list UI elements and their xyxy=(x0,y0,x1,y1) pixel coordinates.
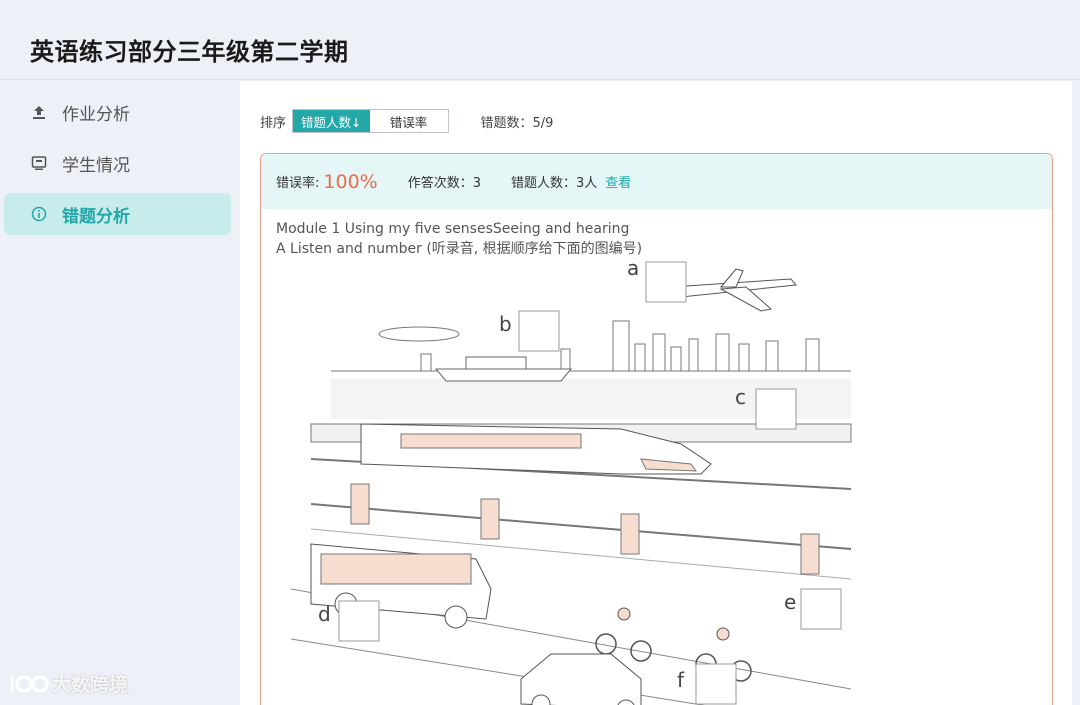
sidebar-item-student-status[interactable]: 学生情况 xyxy=(4,142,231,184)
error-rate-value: 100% xyxy=(323,170,378,193)
sidebar-item-label: 作业分析 xyxy=(62,104,130,125)
sidebar-item-label: 学生情况 xyxy=(62,155,130,176)
question-card: 错误率: 100% 作答次数：3 错题人数：3人 查看 Module 1 Usi… xyxy=(260,153,1053,705)
wrong-people-count: 错题人数：3人 xyxy=(511,176,598,191)
image-label-b: b xyxy=(499,312,512,336)
question-text-line: A Listen and number (听录音, 根据顺序给下面的图编号) xyxy=(276,241,643,257)
top-bar: 英语练习部分三年级第二学期 xyxy=(0,0,1080,80)
image-label-c: c xyxy=(735,385,746,409)
question-illustration: a b c d e f xyxy=(291,259,852,705)
watermark-text: 大数跨境 xyxy=(52,674,129,696)
main-content: 排序 错题人数↓ 错误率 错题数：5/9 错误率: 100% 作答次数：3 错题… xyxy=(240,81,1072,705)
page-title: 英语练习部分三年级第二学期 xyxy=(30,38,349,66)
image-label-d: d xyxy=(318,602,331,626)
monitor-icon xyxy=(30,154,48,172)
sidebar-item-label: 错题分析 xyxy=(62,206,130,227)
attempts-count: 作答次数：3 xyxy=(407,176,481,191)
question-text-line: Module 1 Using my five sensesSeeing and … xyxy=(276,221,630,237)
upload-icon xyxy=(30,103,48,121)
image-label-e: e xyxy=(784,590,796,614)
error-rate-label: 错误率: xyxy=(276,176,320,191)
sort-by-error-rate-button[interactable]: 错误率 xyxy=(369,110,448,132)
sidebar-item-homework-analysis[interactable]: 作业分析 xyxy=(4,91,231,133)
view-link[interactable]: 查看 xyxy=(605,172,631,191)
image-label-a: a xyxy=(627,259,639,280)
watermark-logo-icon xyxy=(10,675,49,692)
image-label-f: f xyxy=(677,668,685,692)
info-icon xyxy=(30,205,48,223)
sort-bar: 排序 错题人数↓ 错误率 错题数：5/9 xyxy=(260,109,553,133)
sort-toggle: 错题人数↓ 错误率 xyxy=(292,109,449,133)
sidebar-item-wrong-question-analysis[interactable]: 错题分析 xyxy=(4,193,231,235)
question-stats-header: 错误率: 100% 作答次数：3 错题人数：3人 查看 xyxy=(261,154,1052,209)
sort-label: 排序 xyxy=(260,115,287,131)
question-text: Module 1 Using my five sensesSeeing and … xyxy=(261,209,1052,259)
wrong-question-count: 错题数：5/9 xyxy=(480,115,554,131)
watermark: 大数跨境 xyxy=(8,670,128,697)
sort-by-wrong-people-button[interactable]: 错题人数↓ xyxy=(293,110,370,132)
scrollbar[interactable] xyxy=(1072,81,1080,705)
sidebar: 作业分析 学生情况 错题分析 xyxy=(0,81,240,705)
